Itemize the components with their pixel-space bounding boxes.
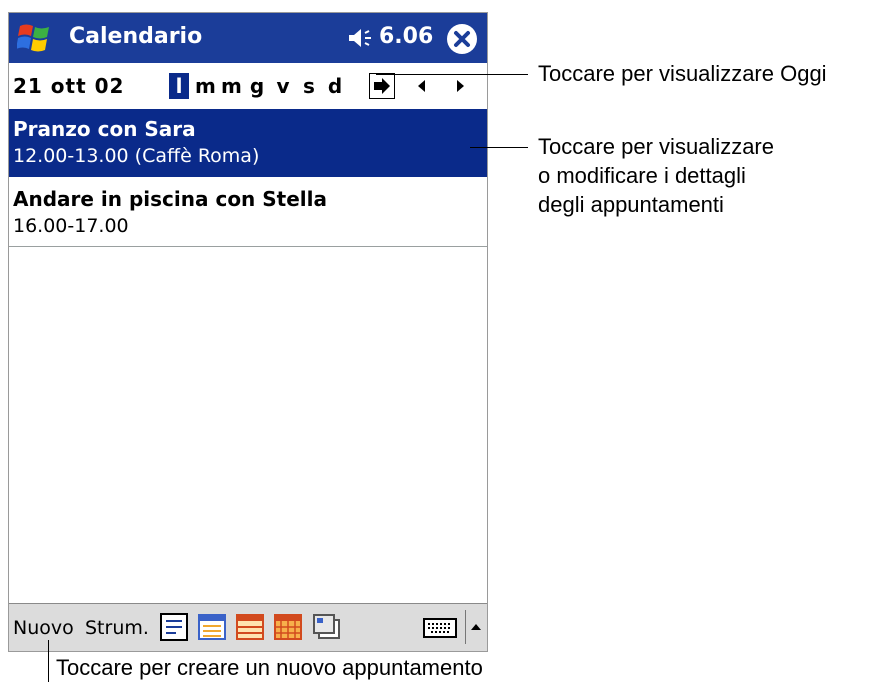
arrow-left-icon (418, 80, 425, 92)
callout-line-new (48, 640, 49, 682)
close-icon (454, 31, 470, 47)
previous-day-button[interactable] (407, 73, 437, 99)
day-button-sun[interactable]: d (325, 73, 345, 99)
current-date[interactable]: 21 ott 02 (13, 74, 124, 98)
callout-details-line3: degli appuntamenti (538, 192, 724, 217)
next-day-button[interactable] (445, 73, 475, 99)
callout-line-today (376, 74, 528, 75)
month-view-icon[interactable] (273, 612, 305, 642)
appointment-title: Pranzo con Sara (13, 117, 196, 141)
go-to-today-button[interactable] (369, 73, 395, 99)
today-icon (374, 78, 390, 94)
day-button-tue[interactable]: m (195, 73, 216, 99)
day-button-thu[interactable]: g (247, 73, 267, 99)
callout-new-appointment: Toccare per creare un nuovo appuntamento (56, 655, 483, 680)
week-view-icon[interactable] (235, 612, 267, 642)
app-title: Calendario (69, 24, 203, 49)
chevron-up-icon (471, 624, 481, 630)
title-bar: Calendario 6.06 (9, 13, 487, 63)
speaker-icon[interactable] (347, 26, 375, 50)
appointment-time: 12.00-13.00 (Caffè Roma) (13, 145, 260, 167)
input-selector-arrow[interactable] (465, 610, 486, 644)
appointment-time: 16.00-17.00 (13, 215, 129, 237)
callout-today: Toccare per visualizzare Oggi (538, 61, 827, 86)
menu-bar: Nuovo Strum. (9, 603, 487, 651)
arrow-right-icon (457, 80, 464, 92)
callout-line-details (470, 147, 528, 148)
day-button-sat[interactable]: s (299, 73, 319, 99)
year-view-icon[interactable] (311, 612, 343, 642)
callout-details-line2: o modificare i dettagli (538, 163, 746, 188)
appointment-item[interactable]: Andare in piscina con Stella 16.00-17.00 (9, 179, 487, 247)
appointment-item[interactable]: Pranzo con Sara 12.00-13.00 (Caffè Roma) (9, 109, 487, 177)
windows-start-icon[interactable] (16, 21, 53, 55)
callout-details-line1: Toccare per visualizzare (538, 134, 774, 159)
day-view-icon[interactable] (197, 612, 229, 642)
keyboard-icon[interactable] (423, 618, 457, 638)
appointment-title: Andare in piscina con Stella (13, 187, 327, 211)
day-button-fri[interactable]: v (273, 73, 293, 99)
day-button-wed[interactable]: m (221, 73, 242, 99)
close-button[interactable] (447, 24, 477, 54)
date-bar: 21 ott 02 l m m g v s d (9, 63, 487, 110)
pda-screen: Calendario 6.06 21 ott 02 l m m g v s d (8, 12, 488, 652)
day-button-mon[interactable]: l (169, 73, 189, 99)
tools-menu-button[interactable]: Strum. (85, 617, 149, 639)
agenda-view-icon[interactable] (159, 612, 191, 642)
new-menu-button[interactable]: Nuovo (13, 617, 74, 639)
clock[interactable]: 6.06 (379, 24, 433, 49)
